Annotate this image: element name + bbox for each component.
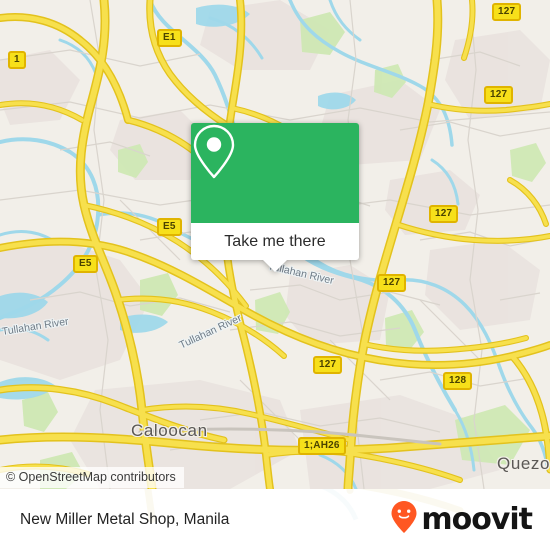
road-shield: 127 — [429, 205, 459, 223]
footer-bar: New Miller Metal Shop, Manila moovit — [0, 489, 550, 550]
road-shield: 127 — [313, 356, 343, 374]
poi-title: New Miller Metal Shop, Manila — [20, 510, 230, 528]
moovit-map-screenshot: Caloocan Quezon Tullahan River Tullahan … — [0, 0, 550, 550]
moovit-pin-icon — [390, 500, 418, 539]
footer-content: New Miller Metal Shop, Manila moovit — [0, 489, 550, 550]
take-me-there-button[interactable]: Take me there — [191, 223, 359, 272]
road-shield: 127 — [492, 3, 522, 21]
road-shield: 127 — [484, 86, 514, 104]
road-shield: E5 — [157, 218, 182, 236]
moovit-logo[interactable]: moovit — [390, 500, 533, 539]
location-popup-card[interactable]: Take me there — [191, 123, 359, 272]
road-shield: E5 — [73, 255, 98, 273]
take-me-there-label: Take me there — [224, 232, 326, 250]
road-shield: E1 — [157, 29, 182, 47]
popup-icon-area — [191, 123, 359, 223]
moovit-wordmark: moovit — [421, 501, 533, 537]
road-shield: 1;AH26 — [298, 437, 346, 455]
road-shield: 128 — [443, 372, 473, 390]
road-shield: 127 — [377, 274, 407, 292]
road-shield: 1 — [8, 51, 26, 69]
osm-attribution[interactable]: © OpenStreetMap contributors — [0, 467, 184, 488]
popup-pointer-tail — [263, 260, 287, 272]
map-canvas[interactable]: Caloocan Quezon Tullahan River Tullahan … — [0, 0, 550, 489]
